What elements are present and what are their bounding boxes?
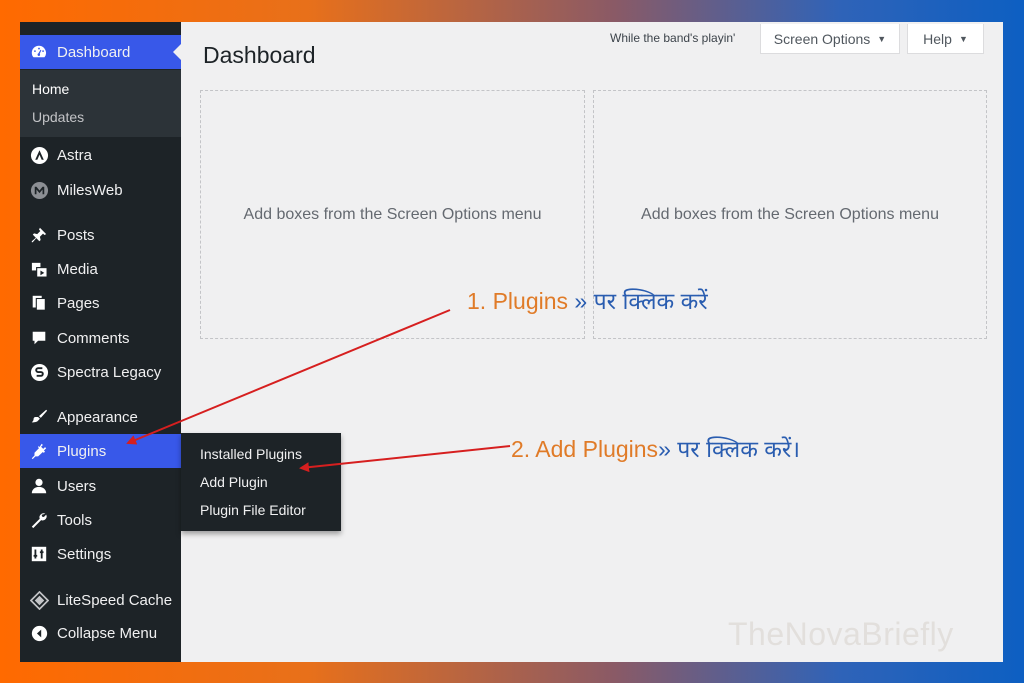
annotation-arrows — [126, 309, 511, 473]
arrow-to-plugins — [126, 309, 451, 445]
wp-admin-window: Dashboard Home Updates Astra MilesWeb Po… — [20, 22, 1003, 662]
watermark: TheNovaBriefly — [728, 616, 954, 652]
arrow-to-add-plugin — [299, 445, 511, 473]
